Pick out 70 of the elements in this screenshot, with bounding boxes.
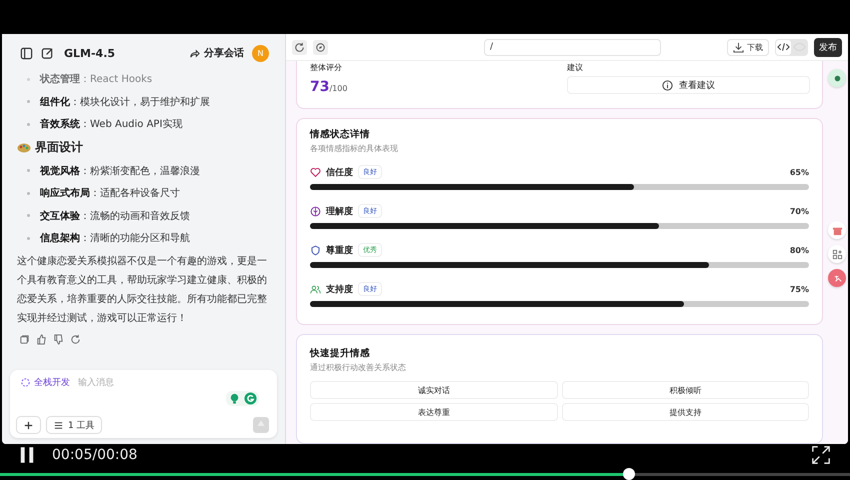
reload-icon[interactable]: [292, 40, 307, 54]
card-title: 快速提升情感: [310, 347, 371, 360]
url-field[interactable]: /: [484, 38, 661, 56]
card-subtitle: 各项情感指标的具体表现: [310, 143, 399, 154]
download-icon: [733, 42, 744, 52]
eye-icon: [793, 41, 806, 53]
score-max: /100: [329, 84, 348, 93]
copy-icon[interactable]: [19, 334, 30, 344]
fullscreen-icon[interactable]: [812, 446, 830, 464]
action-button[interactable]: 积极倾听: [562, 381, 809, 399]
list-item: 音效系统：Web Audio API实现: [40, 117, 182, 132]
shield-icon: [310, 244, 321, 256]
add-button[interactable]: [16, 416, 41, 434]
list-item: 组件化：模块化设计，易于维护和扩展: [40, 96, 210, 109]
metric-name: 理解度: [326, 205, 353, 218]
apps-button[interactable]: [828, 245, 846, 263]
video-progress-thumb[interactable]: [623, 468, 635, 480]
action-button[interactable]: 提供支持: [562, 403, 809, 421]
list-item: 响应式布局：适配各种设备尺寸: [40, 186, 180, 200]
code-icon: [777, 41, 790, 53]
score-label: 整体评分: [310, 62, 343, 73]
metric-percent: 75%: [790, 284, 809, 294]
mode-tag[interactable]: 全栈开发: [20, 376, 70, 389]
card-title: 情感状态详情: [310, 128, 371, 141]
helper-button[interactable]: [828, 69, 846, 87]
refresh-icon[interactable]: [70, 334, 81, 344]
pause-icon[interactable]: [20, 446, 34, 464]
users-icon: [310, 284, 321, 294]
ext-bulb-icon[interactable]: [228, 392, 241, 405]
video-progress-track[interactable]: [0, 468, 850, 480]
apps-icon: [832, 248, 842, 260]
edit-icon[interactable]: [41, 46, 54, 60]
metric-name: 尊重度: [326, 244, 353, 256]
section-heading: 界面设计: [35, 139, 83, 156]
score-value: 73: [310, 79, 330, 95]
list-icon: [53, 420, 64, 430]
heart-icon: [310, 166, 321, 178]
metric-percent: 65%: [790, 168, 809, 176]
action-button[interactable]: 表达尊重: [310, 403, 558, 421]
list-item: 交互体验：流畅的动画和音效反馈: [40, 209, 190, 223]
grammar-icon[interactable]: [244, 392, 257, 405]
dashed-circle-icon: [20, 377, 31, 388]
list-item: 视觉风格：粉紫渐变配色，温馨浪漫: [40, 164, 200, 178]
metric-percent: 70%: [790, 206, 809, 216]
share-icon: [189, 48, 200, 58]
thumbs-up-icon[interactable]: [36, 334, 47, 344]
metric-name: 支持度: [326, 283, 353, 296]
list-item: 信息架构：清晰的功能分区和导航: [40, 232, 190, 246]
compass-icon[interactable]: [313, 40, 328, 54]
publish-button[interactable]: 发布: [814, 38, 842, 56]
action-button[interactable]: 诚实对话: [310, 381, 558, 399]
message-paragraph: 这个健康恋爱关系模拟器不仅是一个有趣的游戏，更是一个具有教育意义的工具，帮助玩家学习建立健康、积极的恋爱关系，培养重要的人际交往技能。所有功能都已完整实现并经过测试，游戏可以正常运行！: [17, 254, 267, 326]
thumbs-down-icon[interactable]: [53, 334, 64, 344]
video-time: 00:05/00:08: [52, 447, 138, 463]
model-name: GLM-4.5: [64, 46, 116, 60]
download-button[interactable]: 下载: [727, 38, 769, 56]
metric-name: 信任度: [326, 166, 353, 178]
info-icon: [662, 80, 673, 90]
plus-icon: [23, 420, 34, 430]
tools-button[interactable]: 1 工具: [46, 416, 102, 434]
sidebar-icon[interactable]: [20, 46, 33, 60]
metric-percent: 80%: [790, 246, 809, 254]
share-button[interactable]: 分享会话: [189, 46, 244, 60]
list-item: 状态管理：React Hooks: [40, 72, 152, 86]
advice-label: 建议: [567, 62, 584, 73]
view-advice-button[interactable]: 查看建议: [567, 76, 810, 94]
message-composer[interactable]: 全栈开发 输入消息 1 工具: [10, 370, 277, 438]
palette-icon: [17, 142, 31, 152]
card-subtitle: 通过积极行动改善关系状态: [310, 362, 407, 373]
code-view-tab[interactable]: [776, 40, 791, 54]
